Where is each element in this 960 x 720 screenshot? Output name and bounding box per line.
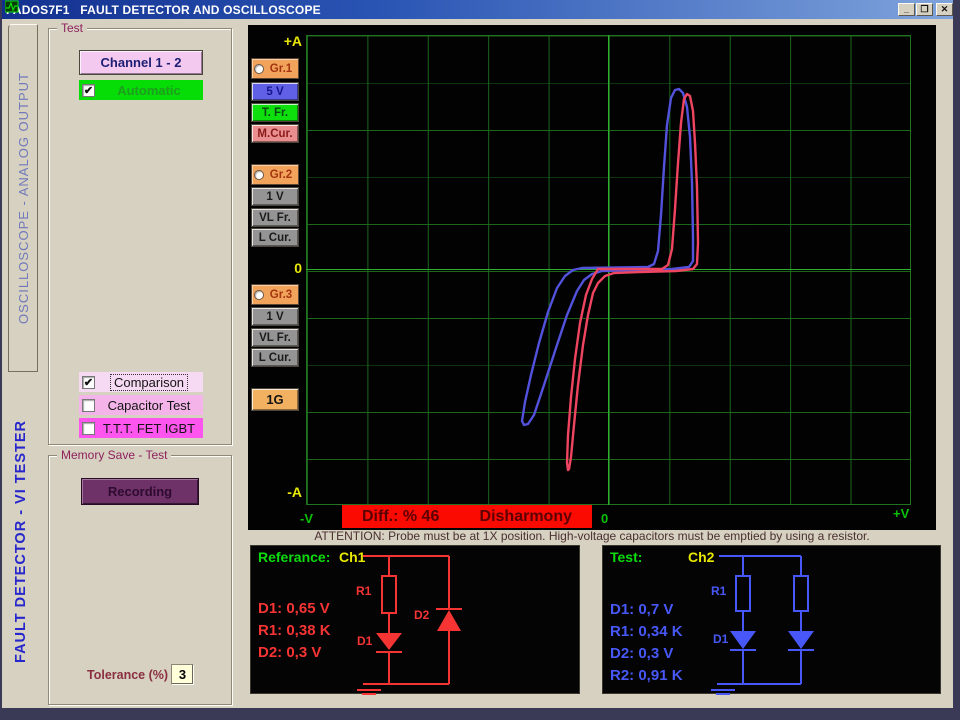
- reference-d2-label: D2: [414, 608, 429, 622]
- axis-label-minus-v: -V: [300, 511, 313, 526]
- axis-label-zero-left: 0: [276, 260, 302, 276]
- gr1-radio-row[interactable]: Gr.1: [251, 58, 299, 79]
- gr3-frequency-button[interactable]: VL Fr.: [251, 328, 299, 347]
- reference-d1-label: D1: [357, 634, 372, 648]
- minimize-button[interactable]: _: [898, 3, 915, 16]
- tab-fault-detector-vi-tester[interactable]: FAULT DETECTOR - VI TESTER: [3, 378, 38, 704]
- gr1-volts-button[interactable]: 5 V: [251, 82, 299, 101]
- gr1-current-button[interactable]: M.Cur.: [251, 124, 299, 143]
- comparison-row[interactable]: ✔ Comparison: [79, 372, 203, 392]
- gr1-frequency-button[interactable]: T. Fr.: [251, 103, 299, 122]
- test-circuit-diagram: [603, 546, 942, 695]
- gr1-radio[interactable]: [254, 64, 264, 74]
- ttt-fet-igbt-checkbox[interactable]: [82, 422, 95, 435]
- close-button[interactable]: ✕: [936, 3, 953, 16]
- gr3-radio[interactable]: [254, 290, 264, 300]
- reference-r1-label: R1: [356, 584, 371, 598]
- trace-channel1-red: [567, 94, 698, 470]
- comparison-checkbox[interactable]: ✔: [82, 376, 95, 389]
- gr3-radio-row[interactable]: Gr.3: [251, 284, 299, 305]
- gr2-current-button[interactable]: L Cur.: [251, 228, 299, 247]
- automatic-label: Automatic: [95, 83, 203, 98]
- gr2-radio-row[interactable]: Gr.2: [251, 164, 299, 185]
- tolerance-input[interactable]: [171, 664, 194, 685]
- vi-curves: [248, 25, 936, 530]
- diff-banner: Diff.: % 46 Disharmony: [342, 505, 592, 528]
- gr3-current-button[interactable]: L Cur.: [251, 348, 299, 367]
- automatic-checkbox[interactable]: ✔: [82, 84, 95, 97]
- restore-button[interactable]: ❐: [916, 3, 933, 16]
- diff-status: Disharmony: [480, 508, 572, 526]
- gain-1g-button[interactable]: 1G: [251, 388, 299, 411]
- channel-1-2-button[interactable]: Channel 1 - 2: [79, 50, 203, 75]
- axis-label-zero-bottom: 0: [601, 511, 608, 526]
- gr2-radio[interactable]: [254, 170, 264, 180]
- gr3-radio-label: Gr.3: [264, 289, 298, 301]
- diff-value: Diff.: % 46: [362, 508, 439, 526]
- recording-button[interactable]: Recording: [81, 478, 199, 505]
- app-icon: [5, 0, 19, 13]
- ttt-fet-igbt-row[interactable]: T.T.T. FET IGBT: [79, 418, 203, 438]
- oscilloscope-panel: +A 0 -A -V 0 +V Gr.1 5 V T. Fr. M.Cur. G…: [248, 25, 936, 530]
- axis-label-minus-a: -A: [276, 484, 302, 500]
- gr1-radio-label: Gr.1: [264, 63, 298, 75]
- test-group-label: Test: [57, 21, 87, 35]
- gr2-frequency-button[interactable]: VL Fr.: [251, 208, 299, 227]
- reference-ch1-panel: Referance: Ch1 D1: 0,65 V R1: 0,38 K D2:…: [250, 545, 580, 694]
- tab-oscilloscope-analog-output[interactable]: OSCILLOSCOPE - ANALOG OUTPUT: [8, 24, 38, 372]
- automatic-row[interactable]: ✔ Automatic: [79, 80, 203, 100]
- tolerance-label: Tolerance (%): [87, 668, 168, 682]
- attention-message: ATTENTION: Probe must be at 1X position.…: [248, 529, 936, 543]
- trace-channel2-blue: [522, 89, 693, 425]
- comparison-label: Comparison: [95, 375, 203, 390]
- test-r1-label: R1: [711, 584, 726, 598]
- gr2-radio-label: Gr.2: [264, 169, 298, 181]
- tab-oscilloscope-label: OSCILLOSCOPE - ANALOG OUTPUT: [16, 72, 31, 324]
- titlebar: FADOS7F1 FAULT DETECTOR AND OSCILLOSCOPE: [2, 0, 953, 19]
- capacitor-test-label: Capacitor Test: [95, 398, 203, 413]
- ttt-fet-igbt-label: T.T.T. FET IGBT: [95, 421, 203, 436]
- capacitor-test-row[interactable]: Capacitor Test: [79, 395, 203, 415]
- axis-label-plus-v: +V: [893, 506, 909, 521]
- tab-fault-label: FAULT DETECTOR - VI TESTER: [13, 420, 29, 663]
- test-groupbox: Test Channel 1 - 2 ✔ Automatic ✔ Compari…: [48, 28, 232, 445]
- window-title: FADOS7F1 FAULT DETECTOR AND OSCILLOSCOPE: [6, 3, 321, 17]
- memory-save-groupbox: Memory Save - Test Recording Tolerance (…: [48, 455, 232, 705]
- gr2-volts-button[interactable]: 1 V: [251, 187, 299, 206]
- capacitor-test-checkbox[interactable]: [82, 399, 95, 412]
- test-ch2-panel: Test: Ch2 D1: 0,7 V R1: 0,34 K D2: 0,3 V…: [602, 545, 941, 694]
- test-d1-label: D1: [713, 632, 728, 646]
- memory-save-group-label: Memory Save - Test: [57, 448, 171, 462]
- axis-label-plus-a: +A: [276, 33, 302, 49]
- gr3-volts-button[interactable]: 1 V: [251, 307, 299, 326]
